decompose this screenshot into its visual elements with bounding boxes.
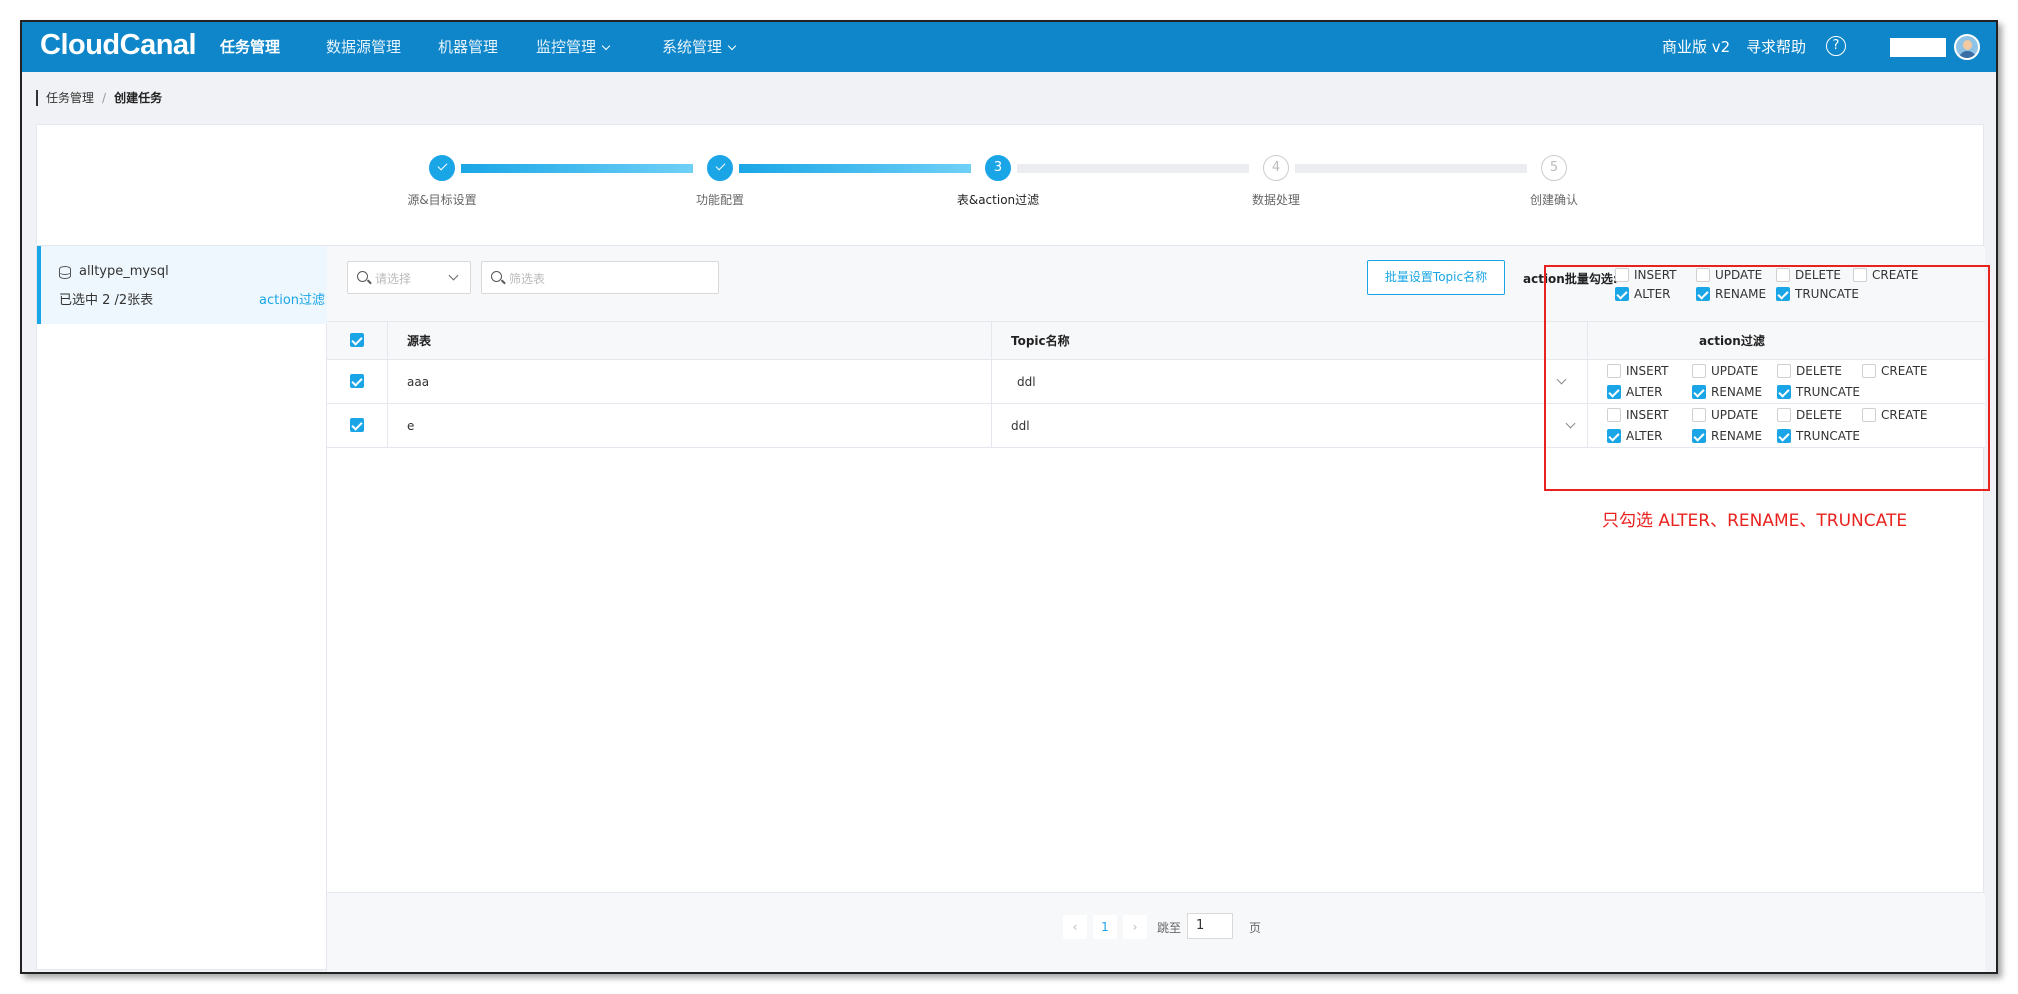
row-checkbox[interactable] — [350, 374, 364, 388]
step-2-circle — [707, 155, 733, 181]
annotation-text: 只勾选 ALTER、RENAME、TRUNCATE — [1602, 511, 1908, 531]
step-5-circle: 5 — [1541, 155, 1567, 181]
user-name-box[interactable] — [1890, 38, 1946, 57]
row-checkbox[interactable] — [350, 418, 364, 432]
datasource-panel: alltype_mysql 已选中 2 /2张表 action过滤 — [37, 245, 327, 971]
step-3-circle: 3 — [985, 155, 1011, 181]
column-divider — [387, 404, 388, 448]
step-connector — [1295, 164, 1527, 173]
nav-machine-management[interactable]: 机器管理 — [438, 22, 498, 72]
row-source-table: aaa — [407, 375, 430, 389]
select-all-checkbox[interactable] — [350, 333, 364, 347]
breadcrumb-separator: / — [102, 91, 107, 105]
row-topic-name[interactable]: ddl — [1017, 360, 1036, 404]
step-4-label: 数据处理 — [1251, 193, 1300, 207]
nav-label: 任务管理 — [220, 38, 281, 56]
nav-datasource-management[interactable]: 数据源管理 — [326, 22, 401, 72]
column-divider — [991, 322, 992, 360]
filter-placeholder: 筛选表 — [509, 272, 546, 286]
datasource-item[interactable]: alltype_mysql 已选中 2 /2张表 action过滤 — [37, 246, 327, 324]
column-divider — [387, 360, 388, 404]
header-topic-name: Topic名称 — [1011, 334, 1070, 348]
step-2-label: 功能配置 — [695, 193, 744, 207]
question-circle-icon[interactable]: ? — [1826, 36, 1846, 56]
nav-label: 系统管理 — [662, 38, 723, 56]
database-icon — [59, 266, 71, 279]
schema-select[interactable]: 请选择 — [347, 261, 471, 294]
page-jump-input[interactable]: 1 — [1187, 913, 1233, 939]
step-connector — [461, 164, 693, 173]
nav-label: 监控管理 — [536, 38, 597, 56]
next-page-button[interactable]: › — [1123, 915, 1147, 939]
table-filter-input[interactable]: 筛选表 — [481, 261, 719, 294]
prev-page-button[interactable]: ‹ — [1063, 915, 1087, 939]
page-1-button[interactable]: 1 — [1093, 915, 1117, 939]
column-divider — [991, 404, 992, 448]
batch-set-topic-button[interactable]: 批量设置Topic名称 — [1367, 260, 1505, 295]
chevron-down-icon — [727, 41, 737, 51]
check-icon — [437, 160, 447, 171]
app-window: CloudCanal 任务管理 数据源管理 机器管理 监控管理 系统管理 商业版… — [20, 20, 1998, 974]
row-source-table: e — [407, 419, 415, 433]
nav-system-management[interactable]: 系统管理 — [662, 22, 737, 72]
row-topic-name[interactable]: ddl — [1011, 404, 1030, 448]
nav-monitor-management[interactable]: 监控管理 — [536, 22, 611, 72]
search-icon — [357, 271, 368, 282]
edition-badge[interactable]: 商业版 v2 — [1662, 22, 1730, 72]
help-link[interactable]: 寻求帮助 — [1746, 22, 1806, 72]
check-icon — [715, 160, 725, 171]
datasource-name: alltype_mysql — [79, 264, 169, 279]
avatar[interactable] — [1954, 34, 1980, 60]
cloudcanal-logo[interactable]: CloudCanal — [40, 29, 197, 62]
action-filter-link[interactable]: action过滤 — [259, 289, 325, 308]
header-source-table: 源表 — [407, 334, 432, 348]
search-icon — [491, 271, 502, 282]
step-1-label: 源&目标设置 — [407, 193, 477, 207]
jump-to-label: 跳至 — [1157, 921, 1182, 935]
selected-count: 已选中 2 /2张表 — [59, 293, 154, 308]
breadcrumb: 任务管理 / 创建任务 — [36, 90, 162, 106]
step-connector — [739, 164, 971, 173]
annotation-highlight-box — [1544, 265, 1990, 491]
pagination: ‹ 1 › 跳至 1 页 — [327, 892, 1985, 972]
nav-task-management[interactable]: 任务管理 — [220, 22, 280, 72]
column-divider — [991, 360, 992, 404]
step-1-circle — [429, 155, 455, 181]
breadcrumb-parent[interactable]: 任务管理 — [46, 91, 94, 105]
select-placeholder: 请选择 — [375, 272, 412, 286]
bottom-strip — [22, 972, 1996, 974]
chevron-down-icon — [448, 270, 459, 281]
nav-label: 机器管理 — [438, 38, 499, 56]
page-unit-label: 页 — [1249, 921, 1262, 935]
step-connector — [1017, 164, 1249, 173]
step-4-circle: 4 — [1263, 155, 1289, 181]
column-divider — [387, 322, 388, 360]
step-progress: 3 4 5 源&目标设置 功能配置 表&action过滤 数据处理 创建确认 — [37, 125, 1983, 245]
main-card: 3 4 5 源&目标设置 功能配置 表&action过滤 数据处理 创建确认 a… — [36, 124, 1985, 972]
nav-label: 数据源管理 — [326, 38, 402, 56]
step-3-label: 表&action过滤 — [956, 193, 1040, 207]
breadcrumb-current: 创建任务 — [114, 91, 163, 105]
chevron-down-icon — [601, 41, 611, 51]
step-5-label: 创建确认 — [1529, 193, 1578, 207]
top-navbar: CloudCanal 任务管理 数据源管理 机器管理 监控管理 系统管理 商业版… — [22, 22, 1996, 72]
